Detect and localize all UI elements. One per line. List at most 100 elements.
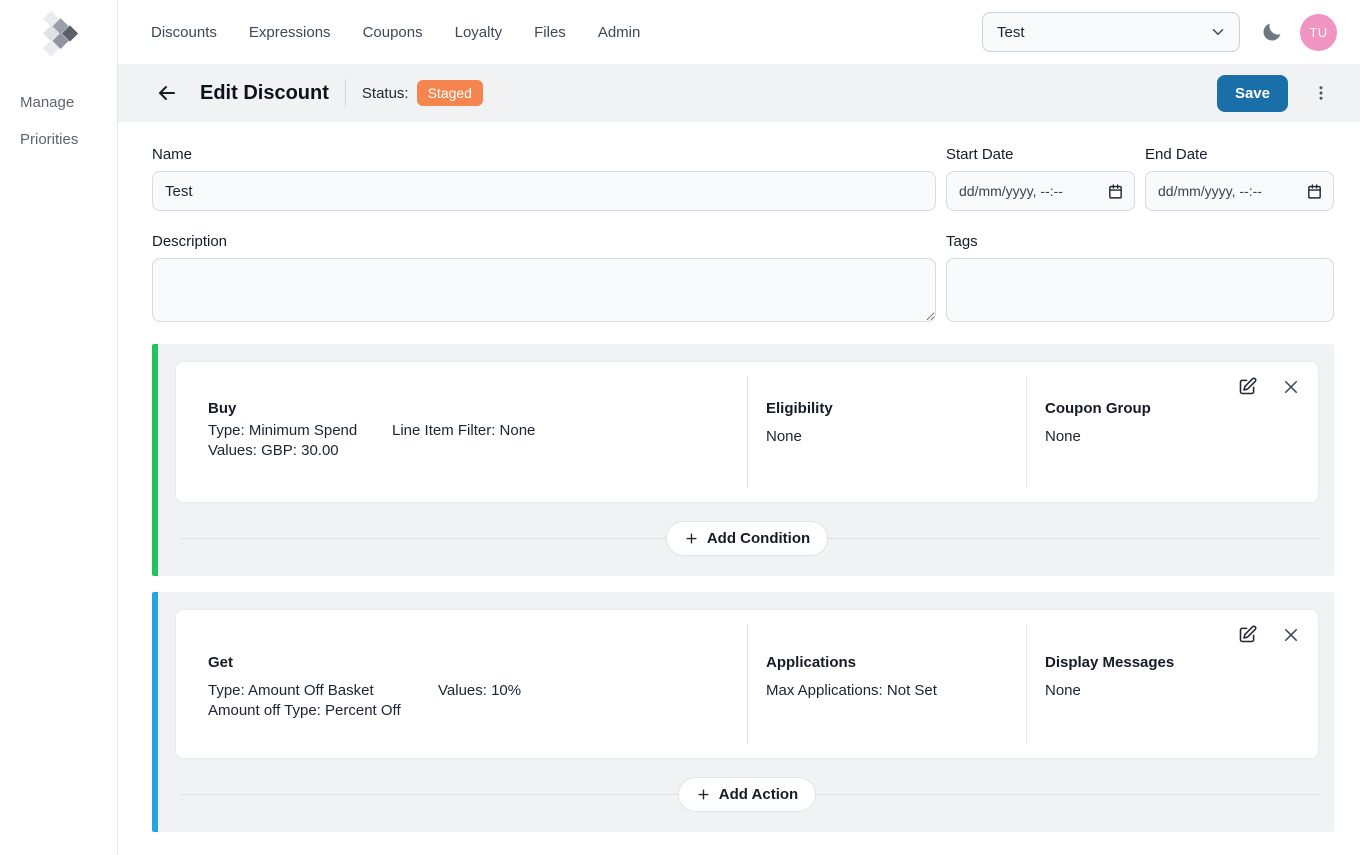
plus-icon [696,787,711,802]
start-date-field-group: Start Date dd/mm/yyyy, --:-- [946,146,1135,211]
topnav-right: Test TU [982,12,1337,52]
edit-pencil-icon [1237,376,1258,397]
end-date-input[interactable]: dd/mm/yyyy, --:-- [1145,171,1334,211]
condition-card: Buy Type: Minimum Spend Values: GBP: 30.… [175,361,1319,503]
action-main-column: Get Type: Amount Off Basket Amount off T… [176,624,748,744]
close-icon [1282,378,1300,396]
sidebar-item-priorities[interactable]: Priorities [0,121,117,158]
start-date-label: Start Date [946,146,1135,163]
page-header: Edit Discount Status: Staged Save [118,64,1360,122]
moon-icon [1260,20,1284,44]
action-card: Get Type: Amount Off Basket Amount off T… [175,609,1319,759]
main-column: Discounts Expressions Coupons Loyalty Fi… [118,0,1360,855]
nav-item-files[interactable]: Files [534,24,566,41]
action-values-line: Values: 10% [438,681,521,701]
start-date-placeholder: dd/mm/yyyy, --:-- [959,183,1063,199]
status-label: Status: [362,85,409,102]
action-detail-columns: Type: Amount Off Basket Amount off Type:… [208,681,723,721]
action-card-actions [1235,622,1302,647]
name-input[interactable] [152,171,936,211]
edit-condition-button[interactable] [1235,374,1260,399]
condition-detail-columns: Type: Minimum Spend Values: GBP: 30.00 L… [208,421,723,461]
environment-select[interactable]: Test [982,12,1240,52]
eligibility-title: Eligibility [766,400,1002,417]
chevron-down-icon [1209,23,1227,41]
action-amount-off-line: Amount off Type: Percent Off [208,701,438,721]
form-row-2: Description Tags [152,233,1334,322]
remove-condition-button[interactable] [1280,376,1302,398]
nav-item-discounts[interactable]: Discounts [151,24,217,41]
top-navigation: Discounts Expressions Coupons Loyalty Fi… [118,0,1360,64]
condition-type-values: Type: Minimum Spend Values: GBP: 30.00 [208,421,392,461]
add-condition-label: Add Condition [707,530,810,547]
description-label: Description [152,233,936,250]
description-field-group: Description [152,233,936,322]
edit-pencil-icon [1237,624,1258,645]
nav-item-coupons[interactable]: Coupons [363,24,423,41]
calendar-icon[interactable] [1306,183,1323,200]
add-condition-row: Add Condition [175,520,1319,556]
sidebar-item-manage[interactable]: Manage [0,84,117,121]
plus-icon [684,531,699,546]
add-action-label: Add Action [719,786,798,803]
condition-card-actions [1235,374,1302,399]
applications-column: Applications Max Applications: Not Set [748,624,1027,744]
remove-action-button[interactable] [1280,624,1302,646]
end-date-placeholder: dd/mm/yyyy, --:-- [1158,183,1262,199]
add-action-button[interactable]: Add Action [678,777,816,812]
tags-label: Tags [946,233,1334,250]
condition-filter: Line Item Filter: None [392,421,535,461]
close-icon [1282,626,1300,644]
form-row-1: Name Start Date dd/mm/yyyy, --:-- End Da… [152,146,1334,211]
diamond-logo-icon [36,10,82,56]
content-area: Name Start Date dd/mm/yyyy, --:-- End Da… [118,122,1360,855]
environment-select-value: Test [997,24,1025,41]
applications-title: Applications [766,654,1002,671]
display-messages-title: Display Messages [1045,654,1294,671]
page-title: Edit Discount [200,82,329,105]
status-badge: Staged [417,80,483,106]
app-logo[interactable] [0,6,117,56]
name-field-group: Name [152,146,936,211]
tags-field-group: Tags [946,233,1334,322]
dark-mode-toggle[interactable] [1260,20,1284,44]
app-root: Manage Priorities Discounts Expressions … [0,0,1360,855]
condition-container: Buy Type: Minimum Spend Values: GBP: 30.… [152,344,1334,576]
add-action-row: Add Action [175,776,1319,812]
description-textarea[interactable] [152,258,936,322]
applications-value: Max Applications: Not Set [766,682,937,699]
condition-values-line: Values: GBP: 30.00 [208,441,392,461]
coupon-group-title: Coupon Group [1045,400,1294,417]
tags-input[interactable] [946,258,1334,322]
coupon-group-value: None [1045,428,1081,445]
add-condition-button[interactable]: Add Condition [666,521,828,556]
action-type-line: Type: Amount Off Basket [208,681,438,701]
header-actions: Save [1217,75,1334,112]
eligibility-column: Eligibility None [748,376,1027,488]
back-button[interactable] [155,81,179,105]
eligibility-value: None [766,428,802,445]
calendar-icon[interactable] [1107,183,1124,200]
condition-type-line: Type: Minimum Spend [208,421,392,441]
nav-item-admin[interactable]: Admin [598,24,641,41]
more-options-button[interactable] [1308,79,1334,107]
nav-item-expressions[interactable]: Expressions [249,24,331,41]
name-label: Name [152,146,936,163]
condition-filter-line: Line Item Filter: None [392,421,535,441]
action-type-lines: Type: Amount Off Basket Amount off Type:… [208,681,438,721]
condition-title: Buy [208,400,723,417]
action-container: Get Type: Amount Off Basket Amount off T… [152,592,1334,832]
end-date-label: End Date [1145,146,1334,163]
start-date-input[interactable]: dd/mm/yyyy, --:-- [946,171,1135,211]
edit-action-button[interactable] [1235,622,1260,647]
end-date-field-group: End Date dd/mm/yyyy, --:-- [1145,146,1334,211]
sidebar: Manage Priorities [0,0,118,855]
header-divider [345,79,346,107]
action-title: Get [208,654,723,671]
nav-item-loyalty[interactable]: Loyalty [455,24,503,41]
save-button[interactable]: Save [1217,75,1288,112]
condition-main-column: Buy Type: Minimum Spend Values: GBP: 30.… [176,376,748,488]
display-messages-value: None [1045,682,1081,699]
kebab-menu-icon [1312,83,1330,103]
user-avatar[interactable]: TU [1300,14,1337,51]
